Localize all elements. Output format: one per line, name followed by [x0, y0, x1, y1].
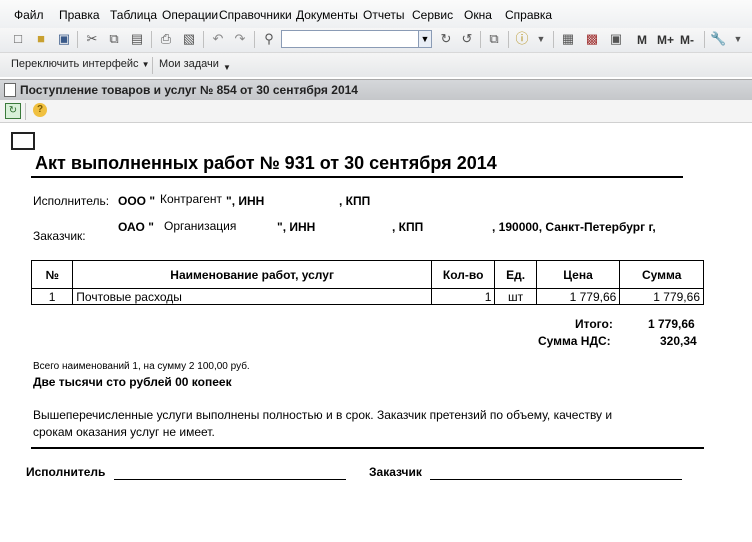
- sign-executor-label: Исполнитель: [26, 465, 106, 479]
- executor-label: Исполнитель:: [33, 194, 110, 208]
- executor-ooo: ООО ": [118, 194, 156, 208]
- tasks-dropdown-icon[interactable]: ▼: [223, 63, 231, 72]
- my-tasks-button[interactable]: Мои задачи: [159, 58, 219, 70]
- print-icon[interactable]: ⎙: [158, 31, 174, 47]
- cell-price: 1 779,66: [535, 288, 621, 305]
- col-name-header: Наименование работ, услуг: [72, 260, 432, 289]
- menu-bar: Файл Правка Таблица Операции Справочники…: [0, 0, 752, 28]
- document-toolbar: ↻ ?: [0, 100, 752, 123]
- find-icon[interactable]: ⚲: [261, 31, 277, 47]
- cell-qty: 1: [430, 288, 496, 305]
- windows-icon[interactable]: ⧉: [486, 31, 502, 47]
- paste-icon[interactable]: ▤: [129, 31, 145, 47]
- info-dropdown-icon[interactable]: ▼: [533, 31, 549, 47]
- calculator-icon[interactable]: ▦: [560, 31, 576, 47]
- menu-documents[interactable]: Документы: [296, 8, 358, 22]
- statement-line-2: срокам оказания услуг не имеет.: [33, 425, 215, 439]
- total-label: Итого:: [575, 317, 613, 331]
- vat-value: 320,34: [660, 334, 697, 348]
- copy-icon[interactable]: ⧉: [106, 31, 122, 47]
- undo-icon[interactable]: ↶: [210, 31, 226, 47]
- redo-icon[interactable]: ↷: [232, 31, 248, 47]
- main-toolbar: □ ■ ▣ ✂ ⧉ ▤ ⎙ ▧ ↶ ↷ ⚲ ▼ ↻ ↺ ⧉ ⓘ ▼ ▦ ▩ ▣ …: [0, 28, 752, 53]
- save-icon[interactable]: ▣: [56, 31, 72, 47]
- summary-line: Всего наименований 1, на сумму 2 100,00 …: [33, 361, 250, 372]
- menu-service[interactable]: Сервис: [412, 8, 453, 22]
- sheet-corner-marker: [11, 132, 35, 150]
- cell-unit: шт: [494, 288, 537, 305]
- amount-in-words: Две тысячи сто рублей 00 копеек: [33, 375, 232, 389]
- cell-number: 1: [30, 288, 74, 305]
- calendar-icon[interactable]: ▩: [584, 31, 600, 47]
- document-window-header: Поступление товаров и услуг № 854 от 30 …: [0, 79, 752, 101]
- search-dropdown-button[interactable]: ▼: [418, 30, 432, 48]
- sign-customer-line: [430, 479, 682, 480]
- services-table: № Наименование работ, услуг Кол-во Ед. Ц…: [30, 260, 704, 305]
- title-underline: [31, 176, 683, 178]
- customer-inn: ", ИНН: [277, 220, 316, 234]
- find-next-icon[interactable]: ↻: [438, 31, 454, 47]
- col-qty-header: Кол-во: [430, 260, 496, 289]
- print-preview-icon[interactable]: ▧: [181, 31, 197, 47]
- total-value: 1 779,66: [648, 317, 695, 331]
- col-unit-header: Ед.: [494, 260, 537, 289]
- menu-reports[interactable]: Отчеты: [363, 8, 404, 22]
- menu-edit[interactable]: Правка: [59, 8, 100, 22]
- memory-minus-button[interactable]: M-: [680, 33, 694, 47]
- document-window-title: Поступление товаров и услуг № 854 от 30 …: [20, 83, 358, 97]
- switch-interface-button[interactable]: Переключить интерфейс ▼: [11, 58, 150, 70]
- executor-inn: ", ИНН: [226, 194, 265, 208]
- settings-dropdown-icon[interactable]: ▼: [730, 31, 746, 47]
- clipboard-icon[interactable]: ▣: [608, 31, 624, 47]
- menu-file[interactable]: Файл: [14, 8, 44, 22]
- info-icon[interactable]: ⓘ: [514, 31, 530, 47]
- table-row: 1 Почтовые расходы 1 шт 1 779,66 1 779,6…: [30, 288, 704, 305]
- col-number-header: №: [30, 260, 74, 289]
- separator-line: [31, 447, 704, 449]
- customer-label: Заказчик:: [33, 229, 86, 243]
- cell-name: Почтовые расходы: [72, 288, 432, 305]
- customer-oao: ОАО ": [118, 220, 154, 234]
- switch-interface-label: Переключить интерфейс: [11, 58, 139, 70]
- vat-label: Сумма НДС:: [538, 334, 611, 348]
- search-input[interactable]: [281, 30, 419, 48]
- executor-name: Контрагент: [160, 192, 223, 206]
- chevron-down-icon: ▼: [141, 60, 150, 69]
- memory-button[interactable]: M: [637, 33, 647, 47]
- statement-line-1: Вышеперечисленные услуги выполнены полно…: [33, 408, 613, 422]
- interface-bar: Переключить интерфейс ▼ Мои задачи ▼: [0, 53, 752, 77]
- menu-windows[interactable]: Окна: [464, 8, 492, 22]
- cut-icon[interactable]: ✂: [84, 31, 100, 47]
- act-title: Акт выполненных работ № 931 от 30 сентяб…: [35, 153, 497, 173]
- customer-kpp: , КПП: [392, 220, 424, 234]
- sign-customer-label: Заказчик: [369, 465, 422, 479]
- cell-sum: 1 779,66: [619, 288, 704, 305]
- executor-kpp: , КПП: [339, 194, 371, 208]
- settings-icon[interactable]: 🔧: [710, 31, 726, 47]
- open-folder-icon[interactable]: ■: [33, 31, 49, 47]
- customer-name: Организация: [164, 219, 237, 233]
- menu-references[interactable]: Справочники: [219, 8, 292, 22]
- menu-table[interactable]: Таблица: [110, 8, 157, 22]
- new-document-icon[interactable]: □: [10, 31, 26, 47]
- memory-plus-button[interactable]: M+: [657, 33, 674, 47]
- sign-executor-line: [114, 479, 346, 480]
- refresh-icon[interactable]: ↻: [5, 103, 21, 119]
- menu-help[interactable]: Справка: [505, 8, 552, 22]
- customer-address: , 190000, Санкт-Петербург г,: [492, 220, 656, 234]
- col-sum-header: Сумма: [619, 260, 704, 289]
- col-price-header: Цена: [535, 260, 621, 289]
- help-icon[interactable]: ?: [33, 103, 47, 117]
- table-header-row: № Наименование работ, услуг Кол-во Ед. Ц…: [30, 260, 704, 289]
- document-icon: [4, 83, 16, 97]
- find-prev-icon[interactable]: ↺: [459, 31, 475, 47]
- menu-operations[interactable]: Операции: [162, 8, 218, 22]
